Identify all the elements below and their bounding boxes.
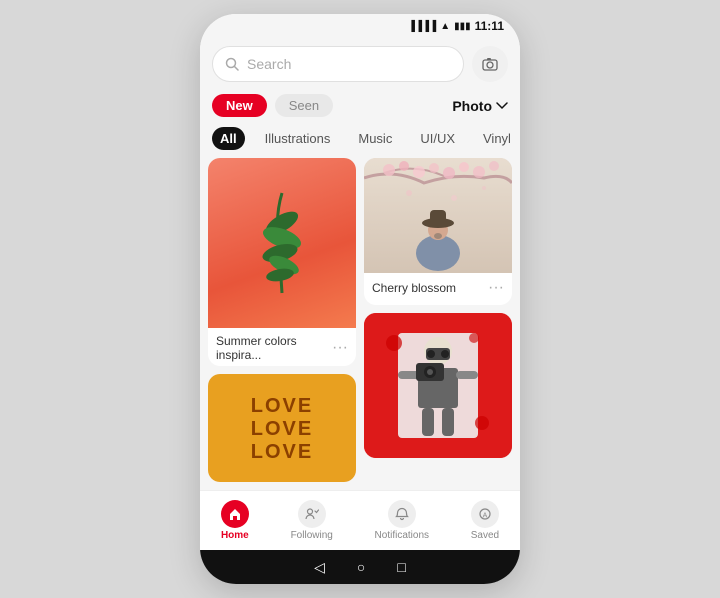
- search-bar[interactable]: Search: [212, 46, 464, 82]
- tab-seen[interactable]: Seen: [275, 94, 333, 117]
- cat-tab-music[interactable]: Music: [350, 127, 400, 150]
- photo-label: Photo: [452, 98, 492, 114]
- nav-item-home[interactable]: Home: [221, 500, 249, 541]
- status-bar: ▐▐▐▐ ▲ ▮▮▮ 11:11: [200, 14, 520, 38]
- svg-text:A: A: [483, 513, 488, 520]
- search-placeholder-text: Search: [247, 56, 451, 72]
- content-grid: Summer colors inspira... ··· LOVE LOVE L…: [200, 158, 520, 490]
- pin-card-love[interactable]: LOVE LOVE LOVE: [208, 374, 356, 482]
- cat-tab-vinyl[interactable]: Vinyl: [475, 127, 519, 150]
- love-image: LOVE LOVE LOVE: [208, 374, 356, 482]
- home-icon: [221, 500, 249, 528]
- new-seen-tabs: New Seen: [212, 94, 333, 117]
- cat-tab-illustrations[interactable]: Illustrations: [257, 127, 339, 150]
- battery-icon: ▮▮▮: [454, 21, 471, 32]
- summer-pin-label-row: Summer colors inspira... ···: [208, 328, 356, 366]
- status-time: 11:11: [475, 19, 504, 33]
- android-nav-bar: ◁ ○ □: [200, 550, 520, 584]
- nav-label-home: Home: [221, 530, 249, 541]
- love-line-1: LOVE: [251, 395, 313, 418]
- summer-pin-label: Summer colors inspira...: [216, 334, 332, 362]
- category-tabs: All Illustrations Music UI/UX Vinyl: [200, 123, 520, 158]
- cherry-pin-label: Cherry blossom: [372, 281, 456, 295]
- status-icons: ▐▐▐▐ ▲ ▮▮▮ 11:11: [408, 19, 504, 33]
- bottom-nav: Home Following Notifications: [200, 490, 520, 550]
- home-button[interactable]: ○: [357, 559, 365, 575]
- nav-item-notifications[interactable]: Notifications: [375, 500, 429, 541]
- left-column: Summer colors inspira... ··· LOVE LOVE L…: [208, 158, 356, 482]
- camera-button[interactable]: [472, 46, 508, 82]
- nav-item-following[interactable]: Following: [291, 500, 333, 541]
- nav-item-saved[interactable]: A Saved: [471, 500, 499, 541]
- cherry-pin-more[interactable]: ···: [488, 279, 504, 297]
- recents-button[interactable]: □: [397, 559, 405, 575]
- love-text: LOVE LOVE LOVE: [251, 395, 313, 464]
- wifi-icon: ▲: [440, 21, 450, 32]
- pin-card-summer[interactable]: Summer colors inspira... ···: [208, 158, 356, 366]
- notifications-icon: [388, 500, 416, 528]
- summer-pin-more[interactable]: ···: [332, 339, 348, 357]
- back-button[interactable]: ◁: [314, 559, 325, 576]
- search-icon: [225, 57, 239, 71]
- search-bar-container: Search: [200, 38, 520, 90]
- tab-new[interactable]: New: [212, 94, 267, 117]
- phone-frame: ▐▐▐▐ ▲ ▮▮▮ 11:11 Search N: [200, 14, 520, 584]
- chevron-down-icon: [496, 102, 508, 110]
- filter-tabs-row1: New Seen Photo: [200, 90, 520, 123]
- nav-label-following: Following: [291, 530, 333, 541]
- cat-tab-uiux[interactable]: UI/UX: [412, 127, 463, 150]
- cherry-image: [364, 158, 512, 273]
- cherry-pin-label-row: Cherry blossom ···: [364, 273, 512, 305]
- pin-card-cherry[interactable]: Cherry blossom ···: [364, 158, 512, 305]
- love-line-3: LOVE: [251, 441, 313, 464]
- following-icon: [298, 500, 326, 528]
- nav-label-saved: Saved: [471, 530, 499, 541]
- nav-label-notifications: Notifications: [375, 530, 429, 541]
- plant-image: [208, 158, 356, 328]
- right-column: Cherry blossom ···: [364, 158, 512, 482]
- photo-dropdown[interactable]: Photo: [452, 98, 508, 114]
- signal-icon: ▐▐▐▐: [408, 21, 436, 32]
- graffiti-image: [364, 313, 512, 458]
- love-line-2: LOVE: [251, 418, 313, 441]
- cat-tab-all[interactable]: All: [212, 127, 245, 150]
- saved-icon: A: [471, 500, 499, 528]
- pin-card-graffiti[interactable]: [364, 313, 512, 458]
